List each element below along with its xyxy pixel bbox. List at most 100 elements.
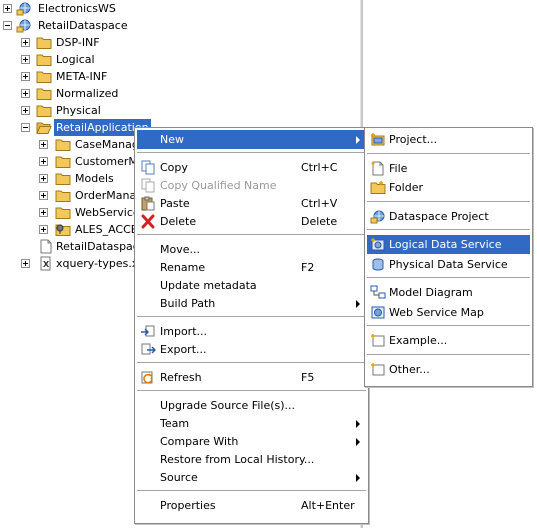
- other-wizard-icon: [370, 362, 386, 377]
- menu-separator: [137, 234, 366, 236]
- menu-item-shortcut: Ctrl+C: [301, 161, 338, 174]
- menu-item-example[interactable]: Example...: [367, 331, 530, 350]
- tree-item[interactable]: Logical: [0, 51, 360, 68]
- menu-item-team[interactable]: Team: [137, 414, 366, 433]
- menu-item-label: Build Path: [160, 297, 216, 310]
- expand-icon[interactable]: [21, 72, 30, 81]
- menu-item-label: Copy Qualified Name: [160, 179, 277, 192]
- menu-item-paste[interactable]: Paste Ctrl+V: [137, 194, 366, 213]
- tree-item[interactable]: Normalized: [0, 85, 360, 102]
- tree-item[interactable]: ElectronicsWS: [0, 0, 360, 17]
- folder-icon: [55, 188, 71, 203]
- export-icon: [140, 342, 157, 357]
- menu-item-label: File: [389, 161, 408, 175]
- menu-item-label: Compare With: [160, 435, 239, 448]
- expand-icon[interactable]: [39, 191, 48, 200]
- folder-icon: [55, 154, 71, 169]
- menu-item-update-metadata[interactable]: Update metadata: [137, 276, 366, 295]
- tree-item-label: META-INF: [56, 70, 108, 83]
- collapse-icon[interactable]: [3, 21, 12, 30]
- menu-item-delete[interactable]: Delete Delete: [137, 212, 366, 231]
- tree-item[interactable]: RetailDataspace: [0, 17, 360, 34]
- paste-icon: [140, 196, 156, 211]
- menu-separator: [137, 390, 366, 392]
- folder-icon: [36, 103, 52, 118]
- menu-item-shortcut: F5: [301, 371, 315, 384]
- menu-item-new[interactable]: New: [137, 130, 366, 149]
- menu-item-compare-with[interactable]: Compare With: [137, 432, 366, 451]
- menu-item-model-diagram[interactable]: Model Diagram: [367, 283, 530, 302]
- expand-icon[interactable]: [39, 174, 48, 183]
- expand-icon[interactable]: [39, 140, 48, 149]
- collapse-icon[interactable]: [21, 123, 30, 132]
- physical-data-service-icon: [370, 257, 386, 272]
- menu-item-web-service-map[interactable]: Web Service Map: [367, 303, 530, 322]
- expand-icon[interactable]: [21, 55, 30, 64]
- menu-separator: [137, 316, 366, 318]
- expand-icon[interactable]: [21, 106, 30, 115]
- expand-icon[interactable]: [39, 225, 48, 234]
- security-folder-icon: [55, 222, 71, 237]
- new-folder-icon: [370, 180, 386, 195]
- new-submenu: Project... File Folder Dataspace Project Log…: [364, 127, 533, 387]
- expand-icon[interactable]: [21, 259, 30, 268]
- expand-icon[interactable]: [21, 38, 30, 47]
- submenu-arrow-icon: [356, 300, 360, 308]
- folder-icon: [36, 35, 52, 50]
- menu-separator: [367, 229, 530, 231]
- menu-item-other[interactable]: Other...: [367, 360, 530, 379]
- expand-icon[interactable]: [39, 157, 48, 166]
- menu-item-export[interactable]: Export...: [137, 340, 366, 359]
- dataspace-project-icon: [16, 18, 32, 33]
- folder-icon: [55, 137, 71, 152]
- menu-item-copy[interactable]: Copy Ctrl+C: [137, 158, 366, 177]
- menu-item-shortcut: Ctrl+V: [301, 197, 338, 210]
- menu-separator: [367, 353, 530, 356]
- menu-item-label: Team: [160, 417, 190, 430]
- menu-item-upgrade-source-file-s[interactable]: Upgrade Source File(s)...: [137, 396, 366, 415]
- menu-item-physical-data-service[interactable]: Physical Data Service: [367, 255, 530, 274]
- menu-item-source[interactable]: Source: [137, 468, 366, 487]
- tree-item-label: Normalized: [56, 87, 119, 100]
- menu-item-copy-qualified-name[interactable]: Copy Qualified Name: [137, 176, 366, 195]
- menu-item-label: Export...: [160, 343, 207, 356]
- menu-item-move[interactable]: Move...: [137, 240, 366, 259]
- copy-icon: [140, 160, 156, 175]
- tree-item[interactable]: META-INF: [0, 68, 360, 85]
- menu-item-project[interactable]: Project...: [367, 130, 530, 149]
- expand-icon[interactable]: [3, 4, 12, 13]
- menu-separator: [367, 200, 530, 203]
- tree-item[interactable]: Physical: [0, 102, 360, 119]
- web-service-project-icon: [16, 1, 32, 16]
- menu-item-label: Update metadata: [160, 279, 257, 292]
- tree-item-label: Physical: [56, 104, 101, 117]
- menu-item-shortcut: F2: [301, 261, 315, 274]
- tree-item-label: Logical: [56, 53, 95, 66]
- menu-item-rename[interactable]: Rename F2: [137, 258, 366, 277]
- logical-data-service-icon: [370, 237, 386, 252]
- menu-item-import[interactable]: Import...: [137, 322, 366, 341]
- menu-item-folder[interactable]: Folder: [367, 178, 530, 197]
- menu-item-label: Folder: [389, 181, 423, 194]
- menu-item-file[interactable]: File: [367, 159, 530, 178]
- new-project-icon: [370, 132, 386, 147]
- menu-item-dataspace-project[interactable]: Dataspace Project: [367, 207, 530, 226]
- folder-icon: [36, 69, 52, 84]
- submenu-arrow-icon: [356, 420, 360, 428]
- folder-icon: [55, 171, 71, 186]
- menu-item-restore-from-local-history[interactable]: Restore from Local History...: [137, 450, 366, 469]
- menu-item-label: Project...: [389, 133, 438, 146]
- xsd-file-icon: X: [38, 256, 54, 271]
- menu-item-build-path[interactable]: Build Path: [137, 294, 366, 313]
- tree-item-label: ElectronicsWS: [38, 2, 116, 15]
- import-icon: [140, 324, 156, 339]
- tree-item[interactable]: DSP-INF: [0, 34, 360, 51]
- menu-item-label: Delete: [160, 215, 197, 228]
- menu-item-refresh[interactable]: Refresh F5: [137, 368, 366, 387]
- expand-icon[interactable]: [21, 89, 30, 98]
- dataspace-project-icon: [370, 209, 386, 224]
- menu-item-logical-data-service[interactable]: Logical Data Service: [367, 235, 530, 254]
- menu-item-properties[interactable]: Properties Alt+Enter: [137, 496, 366, 515]
- menu-separator: [367, 152, 530, 155]
- expand-icon[interactable]: [39, 208, 48, 217]
